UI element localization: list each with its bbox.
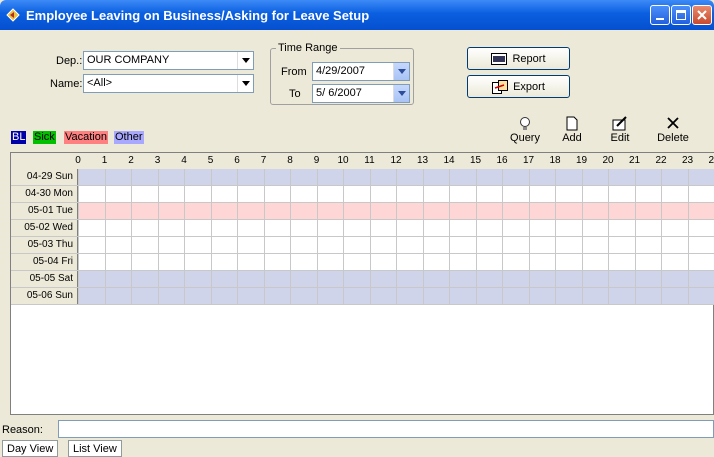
hour-label: 19 xyxy=(575,155,588,166)
from-date-picker[interactable]: 4/29/2007 xyxy=(312,62,410,81)
hour-label: 6 xyxy=(234,155,240,166)
hour-gridline xyxy=(661,169,662,305)
time-range-title: Time Range xyxy=(276,42,340,54)
minimize-button[interactable] xyxy=(650,5,670,25)
to-date-picker[interactable]: 5/ 6/2007 xyxy=(312,84,410,103)
schedule-grid[interactable]: 0123456789101112131415161718192021222324… xyxy=(10,152,714,415)
chevron-down-icon[interactable] xyxy=(237,75,253,92)
hour-gridline xyxy=(290,169,291,305)
query-button[interactable]: Query xyxy=(510,116,540,144)
hour-gridline xyxy=(449,169,450,305)
hour-gridline xyxy=(528,169,530,305)
delete-button[interactable]: Delete xyxy=(655,116,691,144)
row-date-label: 05-05 Sat xyxy=(11,271,78,287)
hour-label: 1 xyxy=(101,155,108,166)
row-date-label: 04-29 Sun xyxy=(11,169,78,185)
hour-gridline xyxy=(422,169,424,305)
hour-label: 18 xyxy=(549,155,561,166)
hour-gridline xyxy=(78,169,79,305)
row-date-label: 05-06 Sun xyxy=(11,288,78,304)
reason-input[interactable] xyxy=(58,420,714,438)
hour-gridline xyxy=(184,169,185,305)
close-icon xyxy=(697,10,707,20)
report-button[interactable]: Report xyxy=(467,47,570,70)
report-icon xyxy=(491,52,508,65)
from-label: From xyxy=(281,66,307,78)
hour-label: 4 xyxy=(181,155,187,166)
hour-label: 24 xyxy=(708,155,714,166)
hour-label: 11 xyxy=(364,155,375,166)
add-button[interactable]: Add xyxy=(558,116,586,144)
hour-gridline xyxy=(131,169,132,305)
to-label: To xyxy=(289,88,301,100)
new-page-icon xyxy=(558,116,586,132)
row-date-label: 05-04 Fri xyxy=(11,254,78,270)
hour-label: 13 xyxy=(416,155,429,166)
hour-gridline xyxy=(581,169,583,305)
name-label: Name: xyxy=(50,78,83,90)
hour-label: 0 xyxy=(75,155,81,166)
reason-label: Reason: xyxy=(2,424,43,436)
close-button[interactable] xyxy=(692,5,712,25)
hour-gridline xyxy=(210,169,212,305)
close-x-icon xyxy=(655,116,691,132)
hour-gridline xyxy=(157,169,159,305)
legend-other: Other xyxy=(114,131,144,144)
chevron-down-icon[interactable] xyxy=(237,52,253,69)
tab-day-view[interactable]: Day View xyxy=(2,440,59,457)
chevron-down-icon[interactable] xyxy=(393,85,409,102)
title-bar: Employee Leaving on Business/Asking for … xyxy=(0,0,714,30)
department-select[interactable]: OUR COMPANY xyxy=(83,51,254,70)
hour-label: 16 xyxy=(496,155,508,166)
hour-label: 14 xyxy=(443,155,455,166)
hour-label: 5 xyxy=(207,155,214,166)
legend-vacation: Vacation xyxy=(64,131,108,144)
dep-label: Dep.: xyxy=(56,55,83,67)
row-date-label: 04-30 Mon xyxy=(11,186,78,202)
legend-sick: Sick xyxy=(33,131,56,144)
hour-gridline xyxy=(104,169,106,305)
hour-label: 8 xyxy=(287,155,293,166)
row-date-label: 05-03 Thu xyxy=(11,237,78,253)
row-date-label: 05-01 Tue xyxy=(11,203,78,219)
hour-gridline xyxy=(502,169,503,305)
hour-gridline xyxy=(634,169,636,305)
hour-label: 3 xyxy=(154,155,161,166)
hour-label: 17 xyxy=(522,155,535,166)
hour-label: 22 xyxy=(655,155,667,166)
tab-list-view[interactable]: List View xyxy=(68,440,122,457)
hour-gridline xyxy=(687,169,689,305)
hour-gridline xyxy=(555,169,556,305)
hour-header: 0123456789101112131415161718192021222324 xyxy=(11,153,714,169)
hour-label: 15 xyxy=(469,155,482,166)
hour-label: 12 xyxy=(390,155,402,166)
edit-icon xyxy=(607,116,633,132)
hour-label: 10 xyxy=(337,155,349,166)
hour-label: 9 xyxy=(313,155,320,166)
lightbulb-icon xyxy=(510,116,540,132)
legend-bl: BL xyxy=(11,131,27,144)
export-icon xyxy=(492,79,509,94)
window-title: Employee Leaving on Business/Asking for … xyxy=(26,7,370,23)
hour-label: 20 xyxy=(602,155,614,166)
hour-gridline xyxy=(343,169,344,305)
app-icon xyxy=(6,8,20,22)
hour-label: 2 xyxy=(128,155,134,166)
hour-gridline xyxy=(263,169,265,305)
hour-gridline xyxy=(396,169,397,305)
hour-gridline xyxy=(608,169,609,305)
hour-gridline xyxy=(475,169,477,305)
maximize-button[interactable] xyxy=(671,5,691,25)
hour-label: 21 xyxy=(628,155,641,166)
hour-gridline xyxy=(237,169,238,305)
hour-label: 7 xyxy=(260,155,267,166)
hour-gridline xyxy=(369,169,371,305)
export-button[interactable]: Export xyxy=(467,75,570,98)
chevron-down-icon[interactable] xyxy=(393,63,409,80)
hour-label: 23 xyxy=(681,155,694,166)
edit-button[interactable]: Edit xyxy=(607,116,633,144)
row-date-label: 05-02 Wed xyxy=(11,220,78,236)
name-select[interactable]: <All> xyxy=(83,74,254,93)
hour-gridline xyxy=(316,169,318,305)
